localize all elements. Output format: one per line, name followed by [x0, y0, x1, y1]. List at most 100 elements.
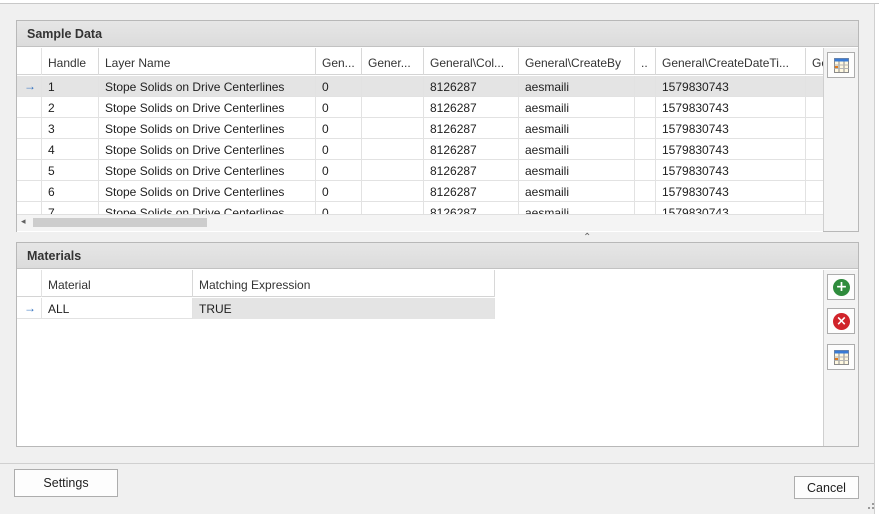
createdatetime-cell[interactable]: 1579830743	[656, 76, 806, 97]
sample-data-row[interactable]: 5 Stope Solids on Drive Centerlines 0 81262…	[17, 160, 823, 181]
layer-name-cell[interactable]: Stope Solids on Drive Centerlines	[99, 97, 316, 118]
row-pointer-icon: →	[24, 301, 36, 315]
gener-cell[interactable]	[362, 97, 424, 118]
createby-cell[interactable]: aesmaili	[519, 76, 635, 97]
ellipsis-cell[interactable]	[635, 97, 656, 118]
gener-cell[interactable]	[362, 118, 424, 139]
layer-name-cell[interactable]: Stope Solids on Drive Centerlines	[99, 181, 316, 202]
row-indicator	[17, 139, 42, 160]
column-header-gen[interactable]: Gen...	[316, 48, 362, 75]
row-indicator	[17, 160, 42, 181]
matching-expression-cell[interactable]: TRUE	[193, 298, 495, 319]
materials-column-chooser-button[interactable]	[827, 344, 855, 370]
ge-cell[interactable]	[806, 97, 823, 118]
materials-header-row: Material Matching Expression	[17, 270, 495, 297]
general-col-cell[interactable]: 8126287	[424, 118, 519, 139]
sample-data-panel: Sample Data Handle Layer Name Gen... Gen…	[16, 20, 859, 232]
gener-cell[interactable]	[362, 139, 424, 160]
materials-header-indicator-cell	[17, 270, 42, 297]
handle-cell[interactable]: 1	[42, 76, 99, 97]
sample-data-header-row: Handle Layer Name Gen... Gener... Genera…	[17, 48, 823, 75]
gen-cell[interactable]: 0	[316, 118, 362, 139]
column-header-general-createdatetime[interactable]: General\CreateDateTi...	[656, 48, 806, 75]
add-material-button[interactable]: +	[827, 274, 855, 300]
column-header-ellipsis[interactable]: ..	[635, 48, 656, 75]
handle-cell[interactable]: 2	[42, 97, 99, 118]
handle-cell[interactable]: 5	[42, 160, 99, 181]
settings-button[interactable]: Settings	[14, 469, 118, 497]
general-col-cell[interactable]: 8126287	[424, 97, 519, 118]
createdatetime-cell[interactable]: 1579830743	[656, 118, 806, 139]
materials-title: Materials	[17, 243, 858, 269]
gener-cell[interactable]	[362, 76, 424, 97]
sample-data-grid[interactable]: Handle Layer Name Gen... Gener... Genera…	[17, 48, 823, 232]
column-header-layer-name[interactable]: Layer Name	[99, 48, 316, 75]
ge-cell[interactable]	[806, 139, 823, 160]
column-header-general-col[interactable]: General\Col...	[424, 48, 519, 75]
ellipsis-cell[interactable]	[635, 118, 656, 139]
column-header-matching-expression[interactable]: Matching Expression	[193, 270, 495, 297]
column-header-ge[interactable]: Ge	[806, 48, 823, 75]
gen-cell[interactable]: 0	[316, 76, 362, 97]
sample-data-row[interactable]: 6 Stope Solids on Drive Centerlines 0 81262…	[17, 181, 823, 202]
gen-cell[interactable]: 0	[316, 160, 362, 181]
ellipsis-cell[interactable]	[635, 76, 656, 97]
layer-name-cell[interactable]: Stope Solids on Drive Centerlines	[99, 76, 316, 97]
materials-side-column: + ×	[823, 270, 858, 446]
grid-columns-icon	[834, 350, 849, 365]
layer-name-cell[interactable]: Stope Solids on Drive Centerlines	[99, 118, 316, 139]
createdatetime-cell[interactable]: 1579830743	[656, 160, 806, 181]
remove-material-button[interactable]: ×	[827, 308, 855, 334]
materials-grid[interactable]: Material Matching Expression → ALL TRUE	[17, 270, 823, 446]
column-header-general-createby[interactable]: General\CreateBy	[519, 48, 635, 75]
ellipsis-cell[interactable]	[635, 139, 656, 160]
createdatetime-cell[interactable]: 1579830743	[656, 139, 806, 160]
ge-cell[interactable]	[806, 118, 823, 139]
createby-cell[interactable]: aesmaili	[519, 97, 635, 118]
sample-column-chooser-button[interactable]	[827, 52, 855, 78]
sample-data-row[interactable]: → 1 Stope Solids on Drive Centerlines 0 8126…	[17, 76, 823, 97]
scroll-left-arrow-icon[interactable]: ◂	[21, 216, 26, 227]
createby-cell[interactable]: aesmaili	[519, 160, 635, 181]
ge-cell[interactable]	[806, 160, 823, 181]
gener-cell[interactable]	[362, 181, 424, 202]
general-col-cell[interactable]: 8126287	[424, 160, 519, 181]
handle-cell[interactable]: 3	[42, 118, 99, 139]
sample-data-title: Sample Data	[17, 21, 858, 47]
general-col-cell[interactable]: 8126287	[424, 139, 519, 160]
sample-data-row[interactable]: 4 Stope Solids on Drive Centerlines 0 81262…	[17, 139, 823, 160]
gen-cell[interactable]: 0	[316, 181, 362, 202]
ge-cell[interactable]	[806, 181, 823, 202]
sample-data-row[interactable]: 3 Stope Solids on Drive Centerlines 0 81262…	[17, 118, 823, 139]
cancel-button[interactable]: Cancel	[794, 476, 859, 499]
ellipsis-cell[interactable]	[635, 181, 656, 202]
footer-separator	[0, 463, 874, 464]
createdatetime-cell[interactable]: 1579830743	[656, 97, 806, 118]
resize-grip-icon[interactable]	[865, 500, 875, 510]
createby-cell[interactable]: aesmaili	[519, 118, 635, 139]
column-header-handle[interactable]: Handle	[42, 48, 99, 75]
material-cell[interactable]: ALL	[42, 298, 193, 319]
ellipsis-cell[interactable]	[635, 160, 656, 181]
gener-cell[interactable]	[362, 160, 424, 181]
handle-cell[interactable]: 6	[42, 181, 99, 202]
materials-row[interactable]: → ALL TRUE	[17, 298, 495, 319]
gen-cell[interactable]: 0	[316, 97, 362, 118]
createby-cell[interactable]: aesmaili	[519, 181, 635, 202]
layer-name-cell[interactable]: Stope Solids on Drive Centerlines	[99, 160, 316, 181]
general-col-cell[interactable]: 8126287	[424, 181, 519, 202]
gen-cell[interactable]: 0	[316, 139, 362, 160]
row-indicator: →	[17, 76, 42, 97]
window-top-edge	[0, 0, 879, 4]
column-header-gener[interactable]: Gener...	[362, 48, 424, 75]
sample-data-hscrollbar[interactable]: ◂	[17, 214, 823, 231]
layer-name-cell[interactable]: Stope Solids on Drive Centerlines	[99, 139, 316, 160]
sample-data-row[interactable]: 2 Stope Solids on Drive Centerlines 0 81262…	[17, 97, 823, 118]
createdatetime-cell[interactable]: 1579830743	[656, 181, 806, 202]
column-header-material[interactable]: Material	[42, 270, 193, 297]
handle-cell[interactable]: 4	[42, 139, 99, 160]
createby-cell[interactable]: aesmaili	[519, 139, 635, 160]
general-col-cell[interactable]: 8126287	[424, 76, 519, 97]
ge-cell[interactable]	[806, 76, 823, 97]
scrollbar-thumb[interactable]	[33, 218, 207, 227]
